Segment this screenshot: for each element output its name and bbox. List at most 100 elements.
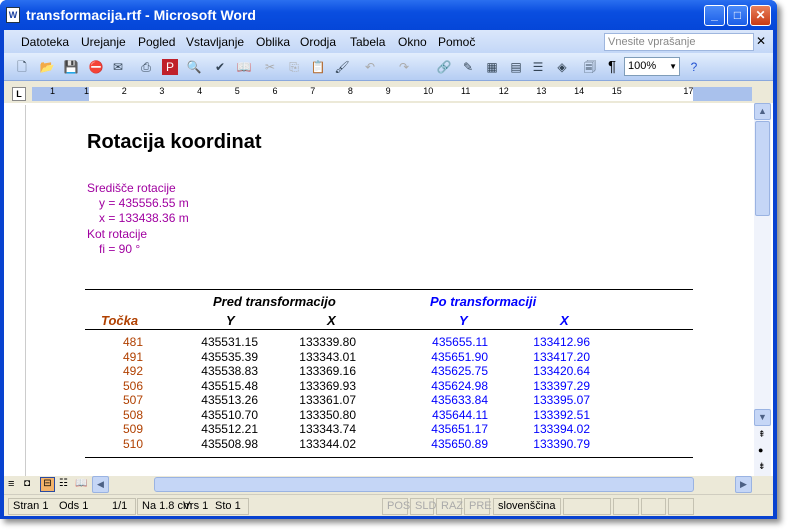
scroll-up-icon[interactable]: ▲ <box>754 103 771 120</box>
close-button[interactable]: ✕ <box>750 5 771 26</box>
cell-tocka: 491 <box>122 349 143 364</box>
table-top-rule <box>85 289 693 290</box>
format-painter-icon[interactable]: 🖌 <box>334 59 350 75</box>
vertical-ruler[interactable] <box>12 105 26 477</box>
drawing-icon[interactable]: ◈ <box>554 59 570 75</box>
menu-tabela[interactable]: Tabela <box>350 35 385 49</box>
status-page: Stran 1 <box>13 500 49 512</box>
cell-y-after: 435633.84 <box>431 393 488 407</box>
hyperlink-icon[interactable]: 🔗 <box>436 59 452 75</box>
cell-tocka: 509 <box>122 422 143 436</box>
menu-vstavljanje[interactable]: Vstavljanje <box>186 35 244 49</box>
paste-icon[interactable]: 📋 <box>310 59 326 75</box>
scroll-down-icon[interactable]: ▼ <box>754 409 771 426</box>
ruler-number: 10 <box>423 86 434 96</box>
status-empty-1 <box>563 498 611 515</box>
menu-okno[interactable]: Okno <box>398 35 427 49</box>
close-document-icon[interactable]: ✕ <box>756 34 766 48</box>
status-ext[interactable]: RAZ <box>436 498 463 515</box>
print-layout-icon[interactable]: ⊟ <box>40 477 55 492</box>
horizontal-ruler[interactable]: L 1 1 2 3 4 5 6 7 8 9 10 11 12 13 14 15 17 <box>4 85 773 102</box>
scroll-right-icon[interactable]: ▶ <box>735 476 752 493</box>
status-ovr[interactable]: PRE <box>464 498 492 515</box>
insert-excel-icon[interactable]: ▤ <box>508 59 524 75</box>
redo-icon[interactable]: ↷ <box>396 59 412 75</box>
cell-tocka: 508 <box>122 407 143 422</box>
minimize-button[interactable]: _ <box>704 5 725 26</box>
header-x-after: X <box>560 313 569 328</box>
menu-pogled[interactable]: Pogled <box>138 35 175 49</box>
cell-x-before: 133361.07 <box>299 393 356 407</box>
vertical-scrollbar[interactable]: ▲ ▼ ⇞ ● ⇟ <box>754 103 771 479</box>
select-browse-object-icon[interactable]: ● <box>758 445 763 455</box>
header-tocka: Točka <box>101 313 139 328</box>
header-x-before: X <box>327 313 336 328</box>
show-formatting-icon[interactable]: ¶ <box>604 59 620 75</box>
tables-borders-icon[interactable]: ✎ <box>460 59 476 75</box>
ruler-number: 1 <box>84 86 90 96</box>
chevron-down-icon: ▼ <box>669 62 677 71</box>
ruler-number: 11 <box>461 86 471 96</box>
cut-icon[interactable]: ✂ <box>262 59 278 75</box>
print-preview-icon[interactable]: 🔍 <box>186 59 202 75</box>
horizontal-scroll-thumb[interactable] <box>154 477 694 492</box>
menu-orodja[interactable]: Orodja <box>300 35 336 49</box>
next-page-icon[interactable]: ⇟ <box>758 461 766 472</box>
ruler-number: 14 <box>574 86 585 96</box>
research-icon[interactable]: 📖 <box>236 59 252 75</box>
word-app-icon[interactable]: W <box>6 7 20 23</box>
status-language[interactable]: slovenščina <box>493 498 561 515</box>
menu-pomoc[interactable]: Pomoč <box>438 35 475 49</box>
page[interactable]: Rotacija koordinat Središče rotacije y =… <box>30 103 754 479</box>
outline-view-icon[interactable]: ☷ <box>59 478 68 489</box>
horizontal-scroll-row: ≡ ◘ ⊟ ☷ 📖 ◀ ▶ <box>4 476 773 493</box>
web-layout-icon[interactable]: ◘ <box>24 478 30 489</box>
cell-x-before: 133339.80 <box>299 335 356 349</box>
ruler-number: 2 <box>121 86 127 96</box>
menu-oblika[interactable]: Oblika <box>256 35 290 49</box>
status-trk[interactable]: SLD <box>410 498 436 515</box>
columns-icon[interactable]: ☰ <box>530 59 546 75</box>
ask-question-input[interactable]: Vnesite vprašanje <box>604 33 754 51</box>
zoom-select[interactable]: 100% ▼ <box>624 57 680 76</box>
email-icon[interactable]: ✉ <box>110 59 126 75</box>
center-y: y = 435556.55 m <box>99 196 189 210</box>
print-icon[interactable]: ⎙ <box>138 59 154 75</box>
tab-selector[interactable]: L <box>12 87 26 101</box>
reading-layout-icon[interactable]: 📖 <box>75 478 87 489</box>
cell-x-after: 133390.79 <box>533 436 590 451</box>
maximize-button[interactable]: □ <box>727 5 748 26</box>
help-icon[interactable]: ? <box>686 59 702 75</box>
cell-y-before: 435513.26 <box>201 393 258 407</box>
cell-y-after: 435625.75 <box>431 364 488 378</box>
previous-page-icon[interactable]: ⇞ <box>758 429 766 440</box>
insert-table-icon[interactable]: ▦ <box>484 59 500 75</box>
cell-y-before: 435538.83 <box>201 364 258 378</box>
scroll-left-icon[interactable]: ◀ <box>92 476 109 493</box>
ruler-number: 15 <box>611 86 622 96</box>
new-icon[interactable]: 🗋 <box>14 59 30 75</box>
permission-icon[interactable]: ⛔ <box>88 59 104 75</box>
header-y-before: Y <box>226 313 235 328</box>
cell-tocka: 507 <box>122 393 143 407</box>
title-bar: W transformacija.rtf - Microsoft Word _ … <box>0 0 777 30</box>
pdf-icon[interactable]: P <box>162 59 178 75</box>
zoom-value: 100% <box>628 60 657 72</box>
open-icon[interactable]: 📂 <box>39 59 55 75</box>
undo-icon[interactable]: ↶ <box>362 59 378 75</box>
vertical-scroll-thumb[interactable] <box>755 121 770 216</box>
document-map-icon[interactable]: 🗐 <box>582 59 598 75</box>
menu-urejanje[interactable]: Urejanje <box>81 35 126 49</box>
spelling-icon[interactable]: ✔ <box>212 59 228 75</box>
save-icon[interactable]: 💾 <box>63 59 79 75</box>
center-x: x = 133438.36 m <box>99 211 189 225</box>
cell-y-before: 435510.70 <box>201 407 258 422</box>
status-rec[interactable]: POS <box>382 498 410 515</box>
ruler-number: 5 <box>234 86 240 96</box>
cell-y-after: 435651.90 <box>431 349 488 364</box>
normal-view-icon[interactable]: ≡ <box>8 478 14 490</box>
status-empty-3 <box>641 498 666 515</box>
cell-x-before: 133350.80 <box>299 407 356 422</box>
copy-icon[interactable]: ⎘ <box>286 59 302 75</box>
menu-datoteka[interactable]: Datoteka <box>21 35 69 49</box>
